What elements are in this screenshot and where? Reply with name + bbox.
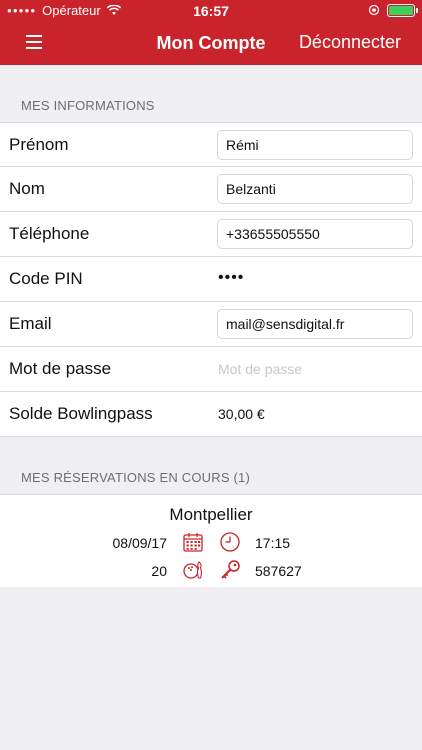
status-time: 16:57 — [193, 3, 229, 19]
nom-input[interactable] — [217, 174, 413, 204]
telephone-row: Téléphone — [0, 212, 422, 257]
reservation-time: 17:15 — [255, 535, 291, 551]
reservation-code: 587627 — [255, 563, 302, 579]
info-section-title: MES INFORMATIONS — [21, 98, 155, 113]
email-label: Email — [9, 314, 52, 333]
prenom-row: Prénom — [0, 122, 422, 167]
reservations-section-title: MES RÉSERVATIONS EN COURS (1) — [21, 470, 251, 485]
orientation-lock-icon — [368, 4, 380, 16]
reservations-section-header: MES RÉSERVATIONS EN COURS (1) — [0, 437, 422, 494]
app-header: ●●●●● Opérateur 16:57 Mon Compte Déconne… — [0, 0, 422, 65]
prenom-input[interactable] — [217, 129, 413, 160]
navigation-bar: Mon Compte Déconnecter — [0, 22, 422, 65]
calendar-icon — [183, 533, 203, 552]
solde-label: Solde Bowlingpass — [9, 404, 153, 423]
solde-value: 30,00 € — [218, 406, 265, 422]
battery-icon — [387, 4, 418, 17]
email-row: Email — [0, 302, 422, 347]
status-bar: ●●●●● Opérateur 16:57 — [0, 0, 422, 22]
prenom-label: Prénom — [9, 134, 69, 154]
reservation-details-line: 20 587627 — [0, 559, 422, 583]
telephone-label: Téléphone — [9, 224, 90, 243]
reservation-datetime-line: 08/09/17 17:15 — [0, 531, 422, 555]
pin-row: Code PIN •••• — [0, 257, 422, 302]
nom-label: Nom — [9, 179, 45, 198]
telephone-input[interactable] — [217, 219, 413, 249]
bowling-icon — [183, 561, 202, 579]
empty-background — [0, 587, 422, 750]
clock-icon — [220, 532, 240, 552]
logout-button[interactable]: Déconnecter — [299, 32, 401, 53]
email-input[interactable] — [217, 309, 413, 339]
password-input[interactable] — [217, 354, 413, 384]
solde-row: Solde Bowlingpass 30,00 € — [0, 392, 422, 437]
nom-row: Nom — [0, 167, 422, 212]
reservation-item[interactable]: Montpellier 08/09/17 17:15 20 587627 — [0, 494, 422, 588]
pin-value[interactable]: •••• — [218, 269, 244, 287]
key-icon — [221, 560, 240, 579]
reservation-date: 08/09/17 — [112, 535, 168, 551]
reservation-city: Montpellier — [169, 505, 253, 524]
pin-label: Code PIN — [9, 269, 83, 288]
reservation-players: 20 — [151, 563, 167, 579]
info-section-header: MES INFORMATIONS — [0, 65, 422, 122]
password-row: Mot de passe — [0, 347, 422, 392]
password-label: Mot de passe — [9, 359, 112, 378]
